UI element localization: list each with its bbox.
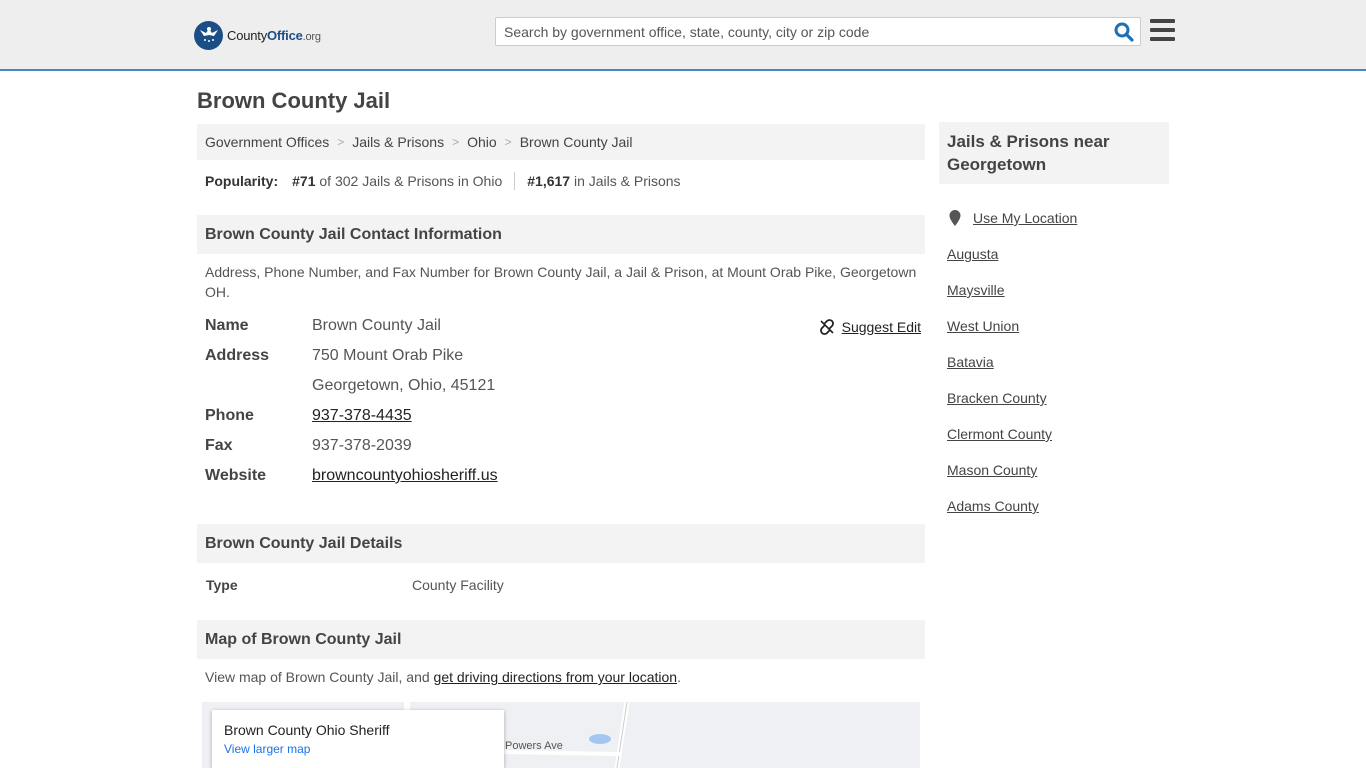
site-header: CountyOffice.org xyxy=(0,0,1366,71)
fax-value: 937-378-2039 xyxy=(312,437,412,454)
site-logo[interactable]: CountyOffice.org xyxy=(194,20,321,50)
fax-label: Fax xyxy=(205,437,233,454)
sidebar-item-maysville[interactable]: Maysville xyxy=(947,272,1077,308)
sidebar-link[interactable]: Bracken County xyxy=(947,390,1047,406)
national-rank-text: in Jails & Prisons xyxy=(573,173,681,189)
sidebar-nearby-list: Use My Location Augusta Maysville West U… xyxy=(947,200,1077,524)
breadcrumb-separator-icon: > xyxy=(452,135,460,149)
breadcrumb-government-offices[interactable]: Government Offices xyxy=(205,134,329,150)
type-row: Type County Facility xyxy=(206,577,504,593)
sidebar-heading: Jails & Prisons near Georgetown xyxy=(939,122,1169,184)
details-section-heading: Brown County Jail Details xyxy=(197,524,925,563)
suggest-edit-link[interactable]: Suggest Edit xyxy=(819,319,921,335)
sidebar-link[interactable]: Augusta xyxy=(947,246,998,262)
popularity-divider xyxy=(514,172,516,190)
type-value: County Facility xyxy=(412,577,504,593)
sidebar-link[interactable]: West Union xyxy=(947,318,1019,334)
map-description-period: . xyxy=(677,669,681,685)
breadcrumb-ohio[interactable]: Ohio xyxy=(467,134,497,150)
address-line1: 750 Mount Orab Pike xyxy=(312,347,464,364)
address-row-2: Georgetown, Ohio, 45121 xyxy=(205,371,921,401)
view-larger-map-link[interactable]: View larger map xyxy=(224,742,492,756)
type-label: Type xyxy=(206,577,238,593)
sidebar-link[interactable]: Batavia xyxy=(947,354,994,370)
national-rank: #1,617 xyxy=(527,173,571,189)
address-label: Address xyxy=(205,347,270,364)
sidebar-item-adams-county[interactable]: Adams County xyxy=(947,488,1077,524)
logo-text: CountyOffice.org xyxy=(227,28,321,43)
breadcrumb-current: Brown County Jail xyxy=(519,134,633,150)
map-section-heading: Map of Brown County Jail xyxy=(197,620,925,659)
contact-description: Address, Phone Number, and Fax Number fo… xyxy=(205,264,917,300)
popularity-label: Popularity: xyxy=(205,173,279,189)
sidebar-link[interactable]: Clermont County xyxy=(947,426,1052,442)
website-row: Website browncountyohiosheriff.us xyxy=(205,461,921,491)
contact-section-heading: Brown County Jail Contact Information xyxy=(197,215,925,254)
sidebar-link[interactable]: Maysville xyxy=(947,282,1005,298)
fax-row: Fax 937-378-2039 xyxy=(205,431,921,461)
name-label: Name xyxy=(205,317,249,334)
breadcrumb-separator-icon: > xyxy=(504,135,512,149)
contact-info-table: Suggest Edit Name Brown County Jail Addr… xyxy=(205,311,921,491)
map-description: View map of Brown County Jail, and get d… xyxy=(205,667,921,687)
search-icon[interactable] xyxy=(1114,22,1134,42)
sidebar-item-batavia[interactable]: Batavia xyxy=(947,344,1077,380)
map-description-text: View map of Brown County Jail, and xyxy=(205,669,434,685)
name-value: Brown County Jail xyxy=(312,317,441,334)
website-label: Website xyxy=(205,467,267,484)
search-input[interactable] xyxy=(496,18,1106,45)
address-row: Address 750 Mount Orab Pike xyxy=(205,341,921,371)
sidebar-item-use-location[interactable]: Use My Location xyxy=(947,200,1077,236)
hamburger-menu-icon[interactable] xyxy=(1150,19,1175,41)
address-line2: Georgetown, Ohio, 45121 xyxy=(312,377,496,394)
map-street-label: Powers Ave xyxy=(505,740,563,752)
sidebar-link[interactable]: Adams County xyxy=(947,498,1039,514)
breadcrumb: Government Offices > Jails & Prisons > O… xyxy=(197,124,925,160)
embedded-map[interactable]: Powers Ave Brown County Ohio Sheriff Vie… xyxy=(202,702,920,768)
driving-directions-link[interactable]: get driving directions from your locatio… xyxy=(434,669,678,685)
suggest-edit-label: Suggest Edit xyxy=(841,319,921,335)
logo-text-county: County xyxy=(227,27,267,43)
map-pin-icon xyxy=(949,210,961,226)
map-card-title: Brown County Ohio Sheriff xyxy=(224,722,390,738)
state-rank: #71 xyxy=(292,173,316,189)
eagle-logo-icon xyxy=(194,20,223,50)
logo-text-org: .org xyxy=(302,30,321,43)
logo-text-office: Office xyxy=(267,27,303,43)
sidebar-item-west-union[interactable]: West Union xyxy=(947,308,1077,344)
sidebar-item-clermont-county[interactable]: Clermont County xyxy=(947,416,1077,452)
popularity-row: Popularity: #71 of 302 Jails & Prisons i… xyxy=(205,172,681,190)
search-box xyxy=(495,17,1141,46)
sidebar-item-mason-county[interactable]: Mason County xyxy=(947,452,1077,488)
use-my-location-link[interactable]: Use My Location xyxy=(973,210,1077,226)
page-title: Brown County Jail xyxy=(197,88,391,113)
name-row: Name Brown County Jail xyxy=(205,311,921,341)
sidebar-link[interactable]: Mason County xyxy=(947,462,1037,478)
website-link[interactable]: browncountyohiosheriff.us xyxy=(312,467,498,484)
sidebar-item-bracken-county[interactable]: Bracken County xyxy=(947,380,1077,416)
phone-link[interactable]: 937-378-4435 xyxy=(312,407,412,424)
phone-row: Phone 937-378-4435 xyxy=(205,401,921,431)
phone-label: Phone xyxy=(205,407,254,424)
broken-link-icon xyxy=(819,319,834,335)
map-info-card: Brown County Ohio Sheriff View larger ma… xyxy=(212,710,504,768)
breadcrumb-separator-icon: > xyxy=(337,135,345,149)
sidebar-item-augusta[interactable]: Augusta xyxy=(947,236,1077,272)
state-rank-text: of 302 Jails & Prisons in Ohio xyxy=(319,173,503,189)
breadcrumb-jails-prisons[interactable]: Jails & Prisons xyxy=(352,134,444,150)
